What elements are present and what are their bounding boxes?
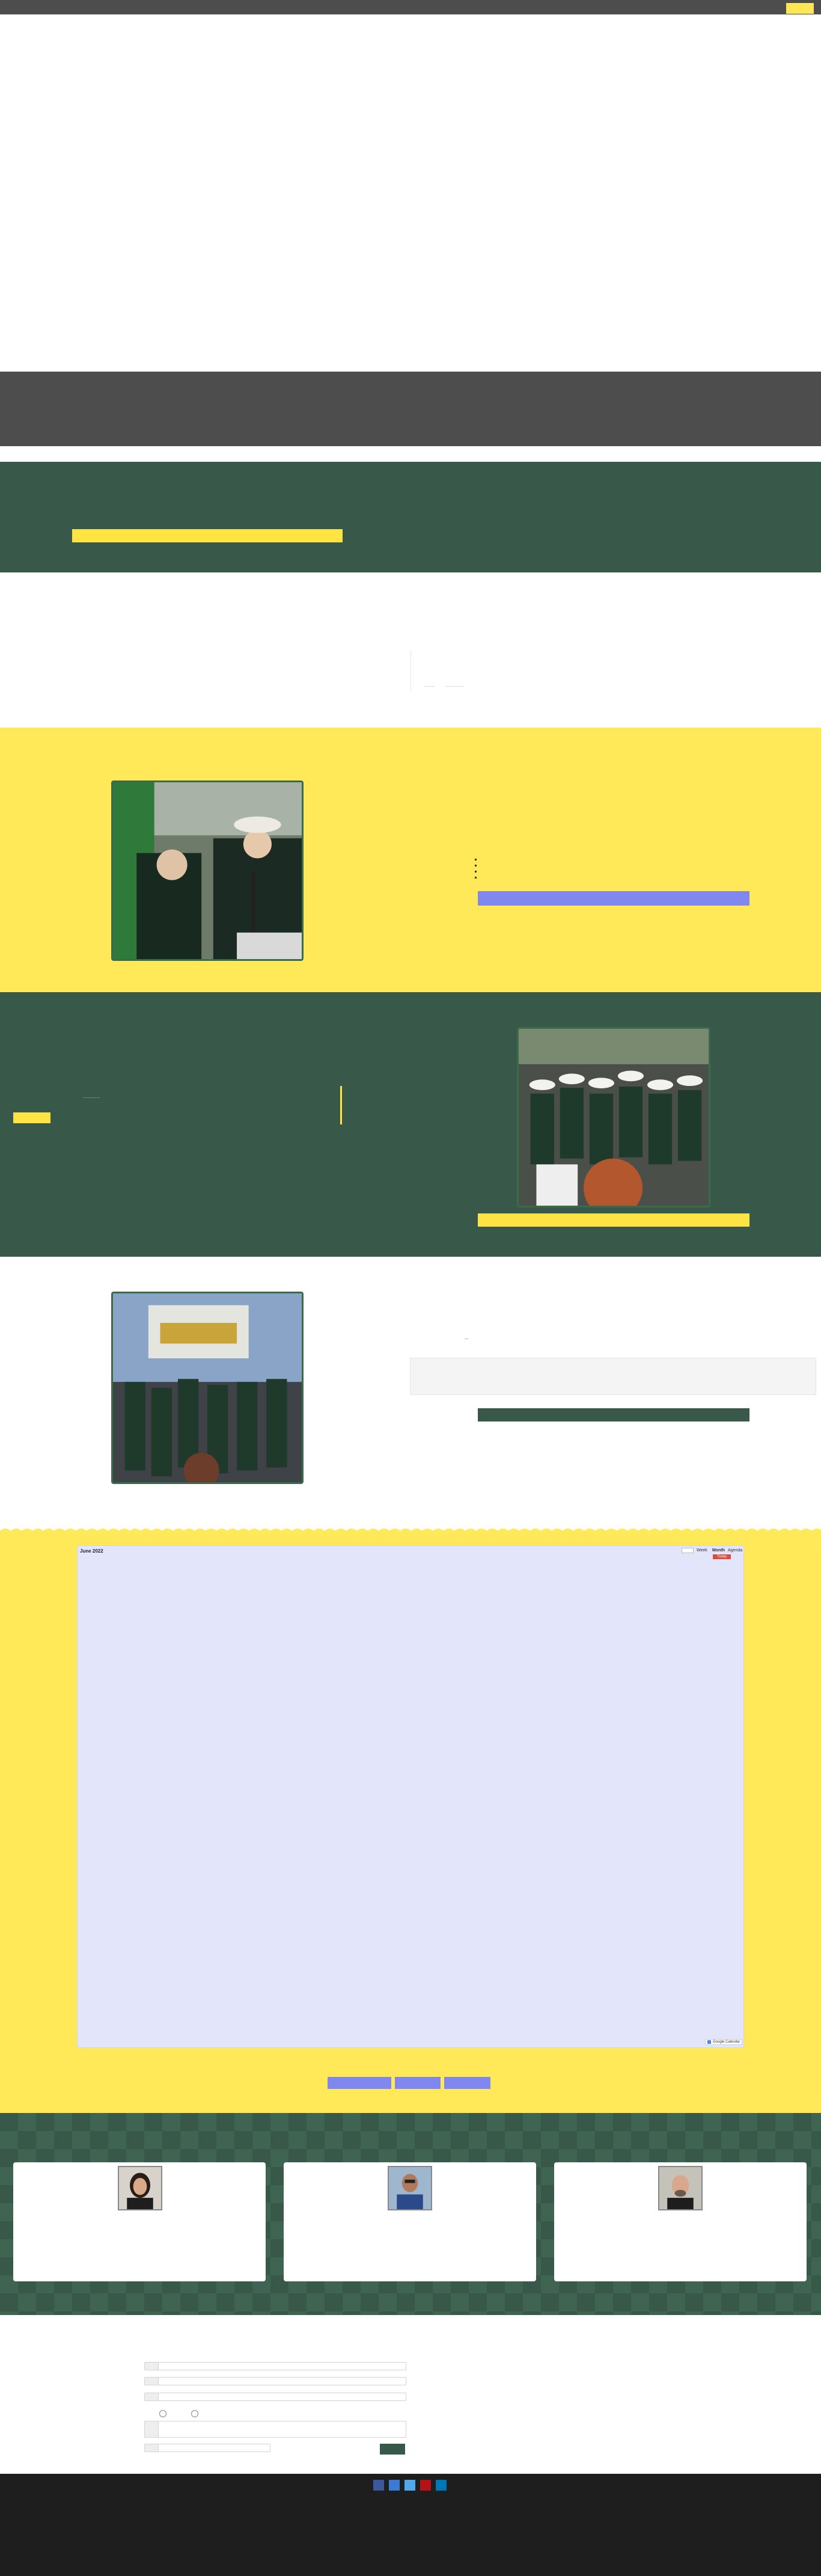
radio-option[interactable] — [159, 2410, 166, 2417]
dot — [475, 871, 477, 872]
section-1-button[interactable] — [478, 891, 749, 906]
plus-icon — [707, 2040, 711, 2044]
small-line — [446, 686, 464, 687]
message-textarea[interactable] — [144, 2421, 406, 2438]
form-field[interactable] — [144, 2362, 406, 2370]
view-month-button[interactable]: Month — [712, 1548, 725, 1553]
team-card — [284, 2162, 536, 2281]
top-bar — [0, 0, 821, 14]
badge-label: Google Calendar — [713, 2040, 740, 2044]
radio-option[interactable] — [191, 2410, 198, 2417]
section-2-small-button[interactable] — [13, 1112, 50, 1123]
calendar-month-label: June 2022 — [80, 1548, 103, 1554]
today-button[interactable]: Today — [713, 1554, 731, 1559]
facebook-icon[interactable] — [373, 2480, 384, 2491]
linkedin-icon[interactable] — [436, 2480, 447, 2491]
vertical-divider — [410, 651, 411, 692]
instagram-icon[interactable] — [404, 2480, 415, 2491]
section-2-button[interactable] — [478, 1213, 749, 1227]
view-week-button[interactable]: Week — [697, 1548, 707, 1553]
calendar-button-3[interactable] — [444, 2077, 490, 2089]
small-line — [424, 686, 435, 687]
avatar — [118, 2166, 162, 2210]
view-agenda-button[interactable]: Agenda — [728, 1548, 742, 1553]
marching-band-photo — [517, 1027, 710, 1207]
dot — [475, 859, 477, 860]
calendar-button-1[interactable] — [328, 2077, 391, 2089]
avatar — [658, 2166, 703, 2210]
team-card — [13, 2162, 266, 2281]
banner-highlight-bar[interactable] — [72, 529, 343, 542]
dot — [475, 865, 477, 866]
submit-button[interactable] — [380, 2444, 405, 2455]
youtube-icon[interactable] — [420, 2480, 431, 2491]
hero-area — [0, 14, 821, 372]
twitter-icon[interactable] — [389, 2480, 400, 2491]
info-box — [410, 1358, 816, 1395]
calendar-nav[interactable] — [682, 1548, 694, 1553]
dot — [475, 877, 477, 879]
calendar-button-2[interactable] — [395, 2077, 441, 2089]
parade-photo — [111, 1292, 304, 1484]
green-banner — [0, 462, 821, 572]
calendar-embed[interactable]: June 2022 Week Month Agenda Today Google… — [77, 1545, 744, 2048]
band-members-photo — [111, 780, 304, 961]
google-calendar-badge[interactable]: Google Calendar — [705, 2039, 743, 2045]
form-field[interactable] — [144, 2393, 406, 2401]
small-line — [83, 1097, 100, 1098]
section-3-button[interactable] — [478, 1408, 749, 1421]
form-field[interactable] — [144, 2377, 406, 2385]
vertical-accent — [340, 1086, 342, 1124]
top-bar-button[interactable] — [786, 3, 814, 14]
wave-divider — [0, 1529, 821, 1535]
dark-banner — [0, 372, 821, 446]
form-field[interactable] — [144, 2444, 270, 2452]
team-card — [554, 2162, 807, 2281]
avatar — [388, 2166, 432, 2210]
